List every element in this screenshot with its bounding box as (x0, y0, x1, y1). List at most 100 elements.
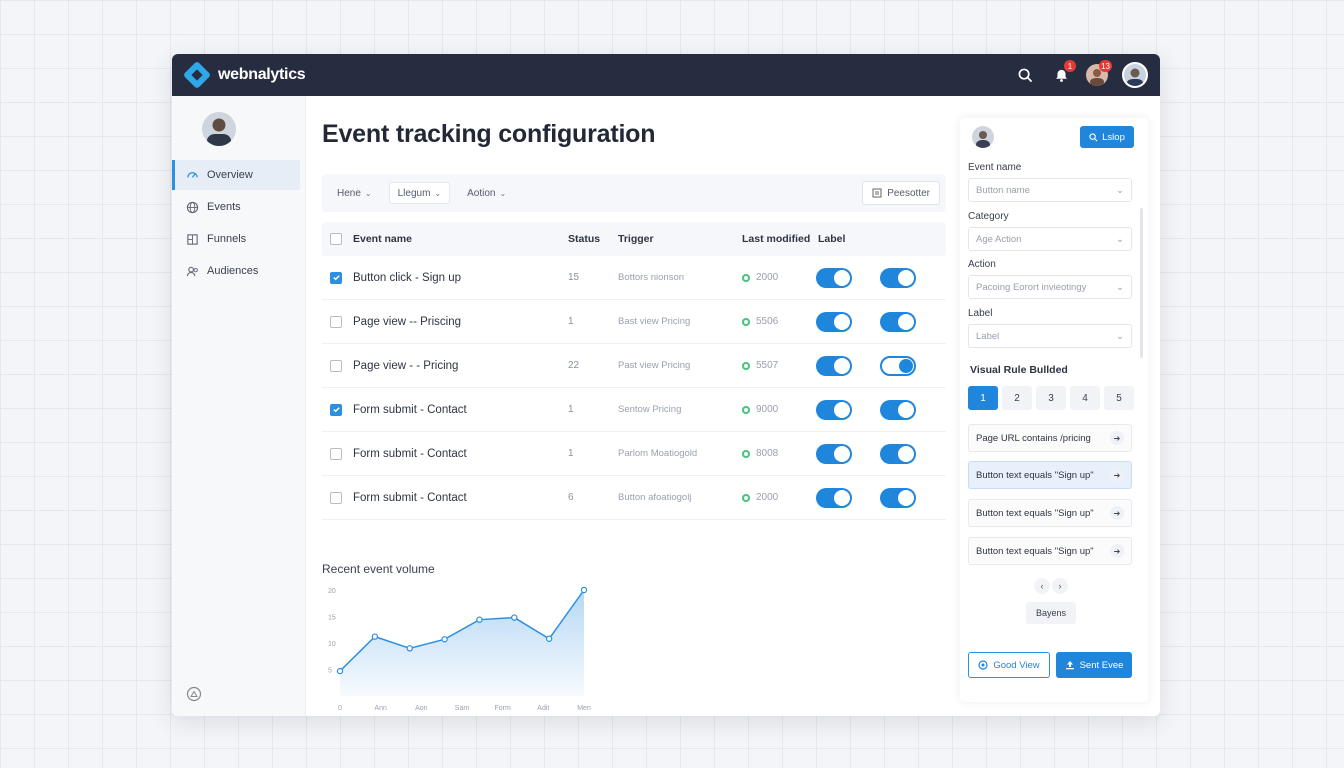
enable-toggle[interactable] (816, 267, 852, 288)
filter-dropdown[interactable]: Llegum ⌄ (388, 182, 451, 204)
category-select[interactable]: Age Action ⌄ (968, 227, 1132, 251)
last-modified: 2000 (756, 272, 779, 283)
chevron-left-icon[interactable]: ‹ (1034, 578, 1050, 594)
action-select[interactable]: Pacoing Eorort invieotingy ⌄ (968, 275, 1132, 299)
rule-label: Button text equals "Sign up" (976, 469, 1094, 481)
data-point[interactable] (371, 633, 379, 640)
column-header[interactable]: Trigger (618, 233, 742, 245)
step-tab[interactable]: 5 (1104, 386, 1134, 410)
sidebar-item-label: Overview (207, 169, 253, 181)
select-placeholder: Age Action (976, 233, 1022, 245)
data-point[interactable] (476, 616, 483, 623)
lookup-button-label: Lslop (1102, 131, 1125, 143)
rule-item[interactable]: Button text equals "Sign up" ➔ (968, 499, 1132, 527)
chevron-right-icon[interactable]: › (1052, 578, 1068, 594)
event-name-select[interactable]: Button name ⌄ (968, 178, 1132, 202)
chevron-down-icon: ⌄ (364, 188, 372, 198)
step-tab[interactable]: 4 (1070, 386, 1100, 410)
event-trigger: Bottors nionson (618, 272, 685, 283)
table-row[interactable]: Page view - - Pricing 22 Past view Pricing… (322, 344, 946, 388)
rule-item[interactable]: Button text equals "Sign up" ➔ (968, 537, 1132, 565)
filter-dropdown[interactable]: Hene ⌄ (328, 182, 381, 204)
enable-toggle[interactable] (816, 399, 852, 420)
good-view-button[interactable]: Good View (968, 652, 1050, 678)
audiences-icon (186, 265, 199, 278)
column-header[interactable]: Last modified (742, 233, 818, 245)
event-status: 1 (568, 404, 574, 415)
enable-toggle[interactable] (816, 311, 852, 332)
filter-label: Hene (337, 187, 361, 199)
label-select[interactable]: Label ⌄ (968, 324, 1132, 348)
sidebar-item-funnels[interactable]: Funnels (172, 224, 306, 254)
column-header[interactable]: Status (568, 233, 618, 245)
funnels-icon (186, 233, 199, 246)
select-all-checkbox[interactable] (330, 233, 342, 245)
data-point[interactable] (441, 636, 448, 643)
label-toggle[interactable] (880, 399, 916, 420)
label-toggle[interactable] (880, 487, 916, 508)
table-row[interactable]: Form submit - Contact 6 Button afoatiogolj… (322, 476, 946, 520)
sidebar-item-audiences[interactable]: Audiences (172, 256, 306, 286)
last-modified: 2000 (756, 492, 779, 503)
search-button[interactable] (1014, 64, 1036, 86)
step-tab[interactable]: 2 (1002, 386, 1032, 410)
rule-item[interactable]: Button text equals "Sign up" ➔ (968, 461, 1132, 489)
table-row[interactable]: Page view -- Priscing 1 Bast view Pricing 5… (322, 300, 946, 344)
chevron-down-icon: ⌄ (434, 188, 442, 198)
label-toggle[interactable] (880, 311, 916, 332)
select-placeholder: Pacoing Eorort invieotingy (976, 281, 1087, 293)
preset-button[interactable]: Peesotter (862, 181, 940, 205)
step-tab[interactable]: 3 (1036, 386, 1066, 410)
row-checkbox[interactable] (330, 403, 342, 416)
column-header[interactable]: Event name (348, 233, 568, 245)
rule-pager: ‹ › (1034, 578, 1068, 594)
notification-badge: 1 (1064, 60, 1076, 72)
sidebar-avatar[interactable] (202, 112, 236, 146)
main-content: Event tracking configuration Hene ⌄ Llegu… (322, 96, 948, 716)
row-checkbox[interactable] (330, 447, 342, 460)
user-avatar[interactable] (1122, 62, 1148, 88)
table-row[interactable]: Form submit - Contact 1 Parlom Moatiogold 8… (322, 432, 946, 476)
row-checkbox[interactable] (330, 359, 342, 372)
event-status: 1 (568, 316, 574, 327)
upload-icon (1065, 661, 1074, 670)
select-placeholder: Button name (976, 184, 1030, 196)
small-action-button[interactable]: Bayens (1026, 602, 1076, 624)
sidebar-item-overview[interactable]: Overview (172, 160, 300, 190)
label-toggle[interactable] (880, 267, 916, 288)
data-point[interactable] (406, 645, 413, 652)
filter-label: Aotion (467, 187, 496, 199)
send-event-button[interactable]: Sent Evee (1056, 652, 1132, 678)
arrow-right-icon: ➔ (1110, 506, 1124, 520)
send-event-label: Sent Evee (1079, 659, 1124, 671)
enable-toggle[interactable] (816, 443, 852, 464)
top-bar: webnalytics 1 13 (172, 54, 1160, 96)
enable-toggle[interactable] (816, 487, 852, 508)
settings-icon[interactable] (186, 686, 202, 702)
filter-dropdown[interactable]: Aotion ⌄ (458, 182, 515, 204)
table-row[interactable]: Form submit - Contact 1 Sentow Pricing 9000 (322, 388, 946, 432)
event-name: Page view - - Pricing (353, 359, 459, 372)
last-modified: 9000 (756, 404, 779, 415)
panel-scrollbar[interactable] (1140, 208, 1143, 358)
team-avatar-button[interactable]: 13 (1086, 60, 1112, 86)
row-checkbox[interactable] (330, 491, 342, 504)
sidebar-item-events[interactable]: Events (172, 192, 306, 222)
row-checkbox[interactable] (330, 271, 342, 284)
lookup-button[interactable]: Lslop (1080, 126, 1134, 148)
label-toggle[interactable] (880, 443, 916, 464)
column-header[interactable]: Label (818, 233, 882, 245)
data-point[interactable] (580, 586, 588, 594)
data-point[interactable] (336, 667, 344, 675)
label-toggle[interactable] (880, 355, 916, 376)
rule-item[interactable]: Page URL contains /pricing ➔ (968, 424, 1132, 452)
row-checkbox[interactable] (330, 315, 342, 328)
data-point[interactable] (545, 635, 553, 642)
table-row[interactable]: Button click - Sign up 15 Bottors nionson 2… (322, 256, 946, 300)
data-point[interactable] (511, 614, 518, 621)
enable-toggle[interactable] (816, 355, 852, 376)
sidebar: Overview Events Funnels Audiences (172, 96, 306, 716)
step-tab[interactable]: 1 (968, 386, 998, 410)
chevron-down-icon: ⌄ (1116, 233, 1124, 245)
notifications-button[interactable]: 1 (1050, 60, 1076, 86)
